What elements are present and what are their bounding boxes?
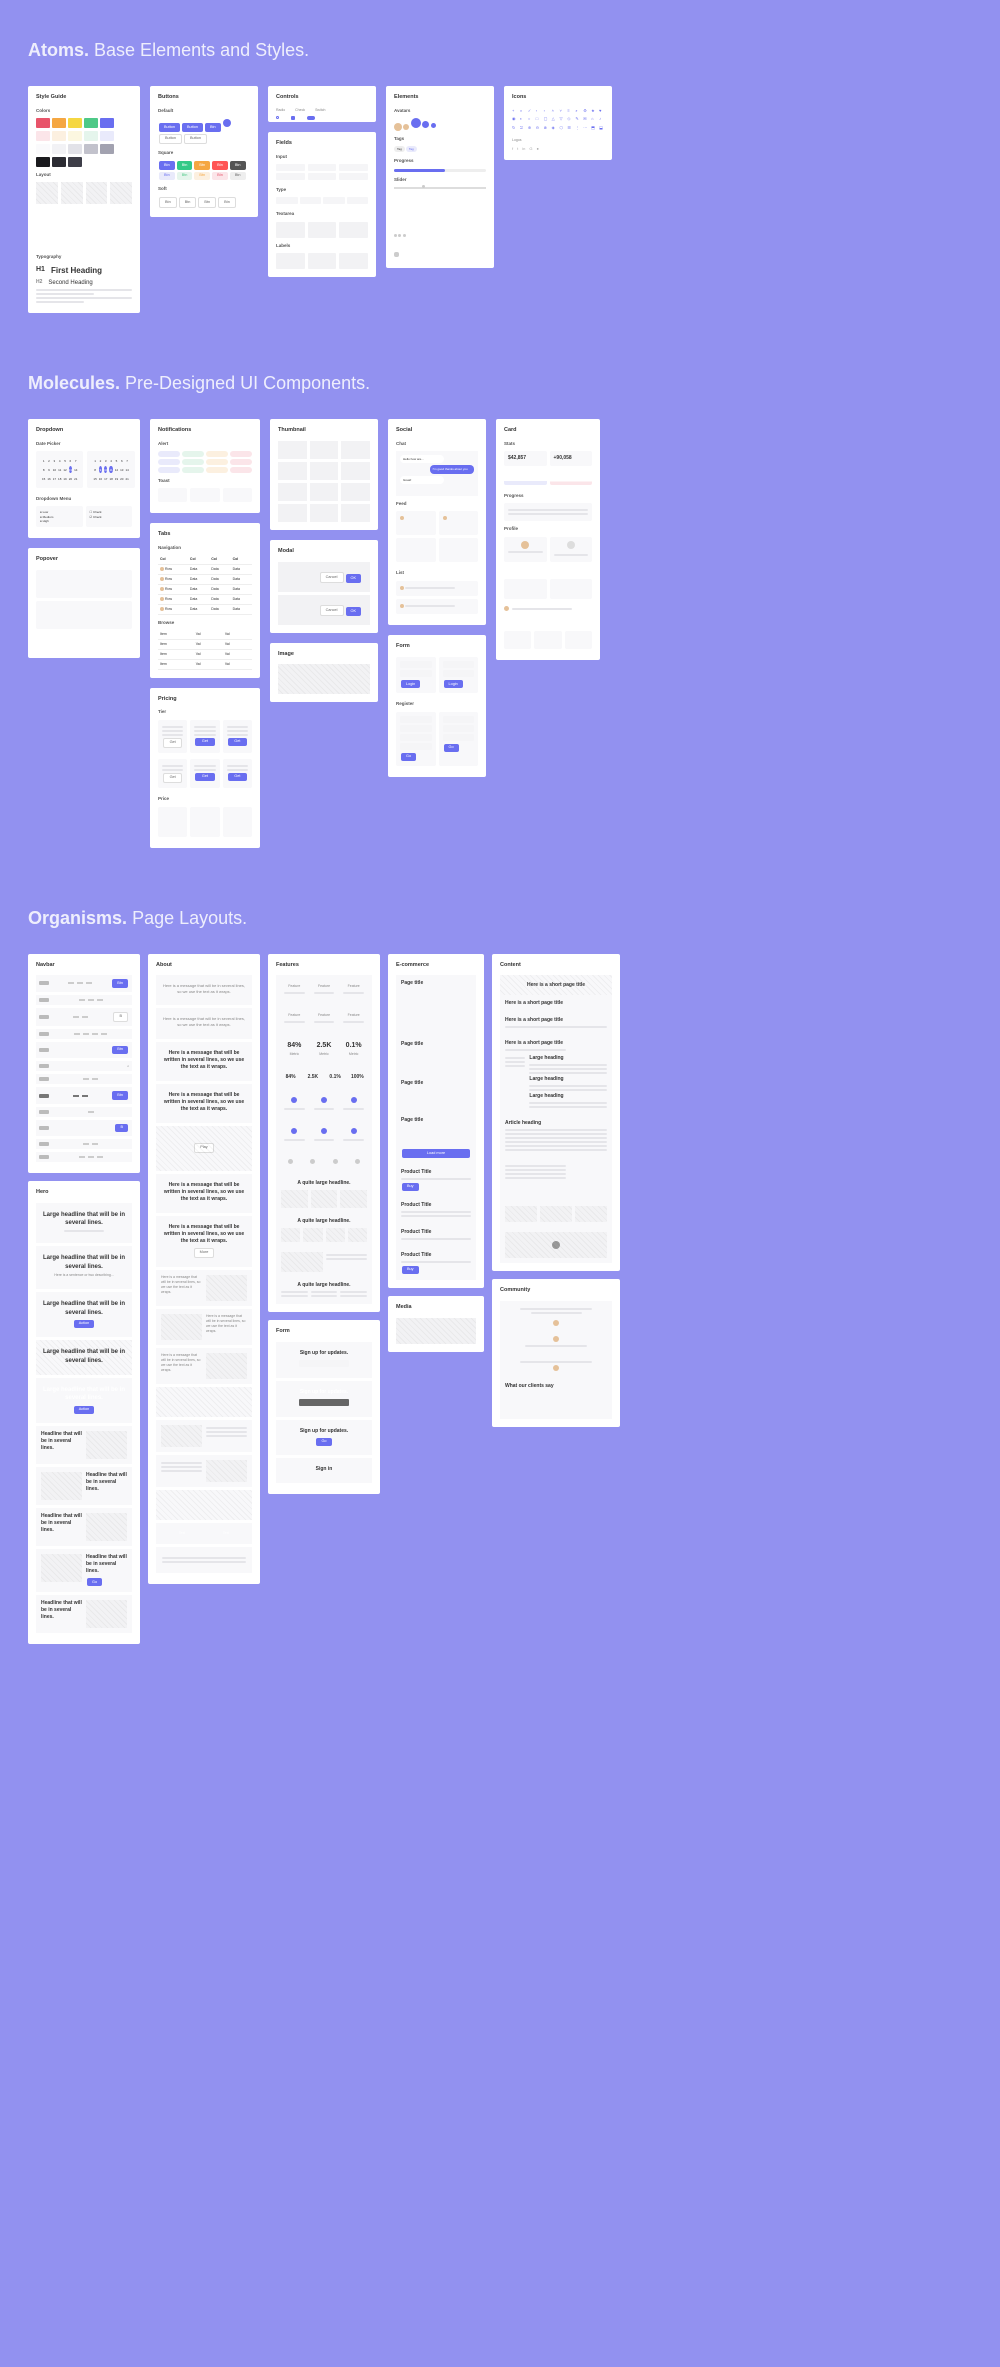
card-form-page: Form Sign up for updates. Sign up for up… (268, 1320, 380, 1494)
gear-icon: ⚙ (583, 108, 588, 114)
card-popover: Popover (28, 548, 140, 658)
card-ecommerce: E-commerce Page title Page title Page ti… (388, 954, 484, 1289)
card-dropdown: Dropdown Date Picker 1234567891011121314… (28, 419, 140, 538)
card-tabs: Tabs Navigation ColColColCol RowDataData… (150, 523, 260, 677)
heart-icon: ♥ (599, 108, 604, 114)
card-card: Card Stats $42,857 +90,058 Progress Prof… (496, 419, 600, 660)
card-thumbnail: Thumbnail (270, 419, 378, 530)
card-community: Community What our clients say (492, 1279, 620, 1426)
card-pricing: Pricing Tier Get Get Get Get Get Get Pri… (150, 688, 260, 848)
right-icon: › (544, 108, 549, 114)
card-notifications: Notifications Alert Toast (150, 419, 260, 513)
section-title-atoms: Atoms. Base Elements and Styles. (28, 40, 972, 61)
search-icon: ⌕ (575, 108, 580, 114)
menu-icon: ≡ (567, 108, 572, 114)
plus-icon: + (512, 108, 517, 114)
card-about: About Here is a message that will be in … (148, 954, 260, 1584)
card-modal: Modal CancelOK CancelOK (270, 540, 378, 633)
card-social: Social Chat Hello how are... I'm good th… (388, 419, 486, 625)
card-media: Media (388, 1296, 484, 1352)
check-icon: ✓ (528, 108, 533, 114)
card-icons: Icons +×✓‹›˄˅≡⌕⚙★♥ ◉◐○□▢△▽◇✎✉⌂♪ ↻⎋⊕⊖⊗◈⬡☰… (504, 86, 612, 160)
card-navbar: Navbar Btn B Btn ⌕ Btn B (28, 954, 140, 1173)
card-controls: Controls RadioCheckSwitch (268, 86, 376, 122)
star-icon: ★ (591, 108, 596, 114)
card-hero: Hero Large headline that will be in seve… (28, 1181, 140, 1644)
card-image: Image (270, 643, 378, 703)
card-fields: Fields Input Type Textarea Labels (268, 132, 376, 277)
up-icon: ˄ (552, 108, 557, 114)
x-icon: × (520, 108, 525, 114)
card-style-guide: Style Guide Colors Layout Typography H1F… (28, 86, 140, 313)
card-buttons: Buttons Default ButtonButtonBtn ButtonBu… (150, 86, 258, 217)
card-elements: Elements Avatars Tags TagTag Progress Sl… (386, 86, 494, 268)
card-content: Content Here is a short page title Here … (492, 954, 620, 1272)
section-title-molecules: Molecules. Pre-Designed UI Components. (28, 373, 972, 394)
card-features: Features FeatureFeatureFeature FeatureFe… (268, 954, 380, 1312)
card-form: Form Login Login Register Go Go (388, 635, 486, 777)
section-title-organisms: Organisms. Page Layouts. (28, 908, 972, 929)
left-icon: ‹ (536, 108, 541, 114)
down-icon: ˅ (559, 108, 564, 114)
